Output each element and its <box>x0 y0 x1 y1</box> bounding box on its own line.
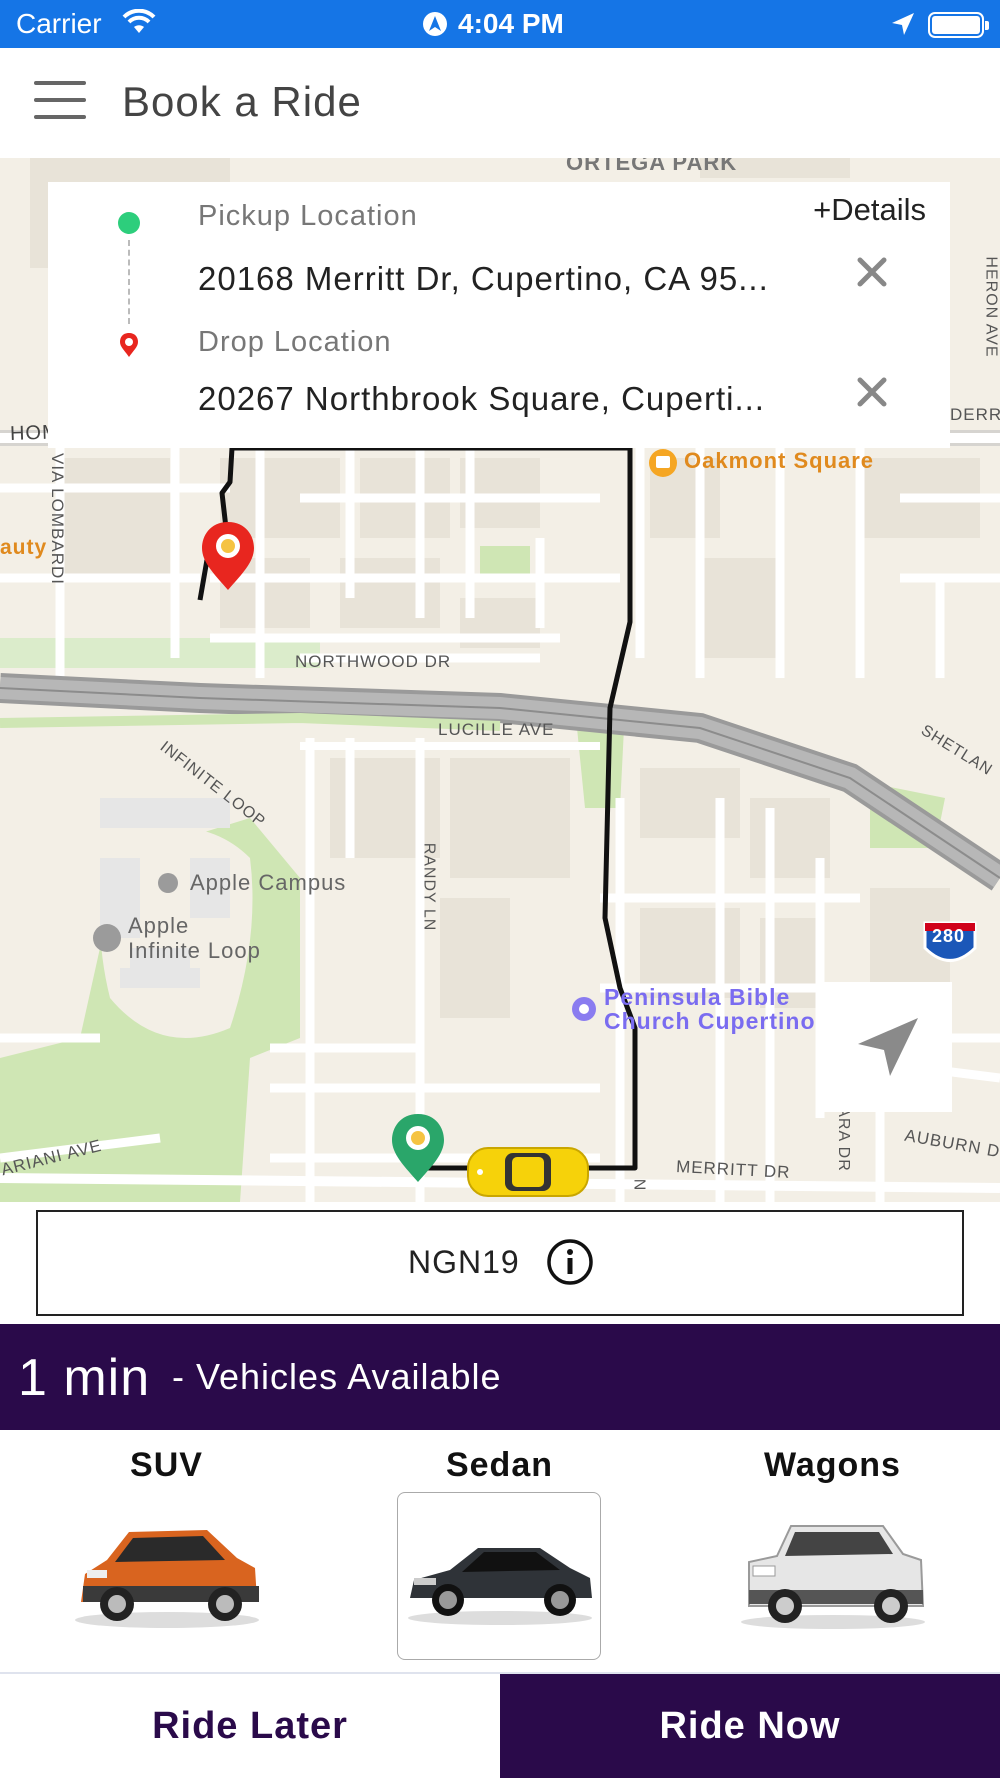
vehicle-option-suv[interactable]: SUV <box>0 1430 333 1674</box>
map-label-northwood-dr: NORTHWOOD DR <box>295 652 452 671</box>
pickup-label: Pickup Location <box>198 200 418 232</box>
vehicle-name: Sedan <box>445 1446 554 1484</box>
hamburger-menu-icon[interactable] <box>34 81 86 121</box>
map-label-beauty: auty <box>0 536 48 559</box>
navigation-icon <box>422 11 448 44</box>
eta-availability: - Vehicles Available <box>172 1356 502 1397</box>
suv-car-image <box>74 1530 259 1628</box>
close-icon <box>857 377 887 407</box>
book-ride-screen: Carrier 4:04 PM Book a Ride ORTEGA PARK … <box>0 0 1000 1778</box>
map-label-n: N <box>630 1178 648 1192</box>
pickup-map-pin <box>392 1114 444 1182</box>
vehicle-option-sedan[interactable]: Sedan <box>333 1430 666 1674</box>
map-label-oakmont-square: Oakmont Square <box>684 448 875 473</box>
map-label-lucille-ave: LUCILLE AVE <box>438 720 555 739</box>
drop-label: Drop Location <box>198 326 392 358</box>
vehicle-name: Wagons <box>764 1446 901 1484</box>
page-title: Book a Ride <box>122 78 362 125</box>
map-label-heron-ave: HERON AVE <box>982 256 1000 358</box>
map-label-via-lombardi: VIA LOMBARDI <box>48 453 67 585</box>
map-label-apple-campus: Apple Campus <box>190 870 347 895</box>
vehicle-name: SUV <box>130 1446 203 1484</box>
map-label-ortega-park: ORTEGA PARK <box>566 158 738 175</box>
sedan-car-image <box>407 1548 592 1625</box>
clear-pickup-button[interactable] <box>854 254 890 290</box>
carrier-label: Carrier <box>16 8 102 39</box>
ride-now-button[interactable]: Ride Now <box>500 1674 1000 1778</box>
location-card: +Details Pickup Location 20168 Merritt D… <box>48 182 950 448</box>
status-time: 4:04 PM <box>458 8 564 39</box>
drop-pin-icon <box>118 332 140 363</box>
close-icon <box>857 257 887 287</box>
wagon-car-image <box>740 1525 925 1629</box>
header-bar: Book a Ride <box>0 48 1000 158</box>
location-arrow-icon <box>890 11 916 44</box>
map-label-peninsula-2: Church Cupertino <box>604 1008 816 1034</box>
map-label-derr: DERR <box>950 405 1000 424</box>
info-icon[interactable] <box>546 1238 594 1286</box>
promo-code: NGN19 <box>408 1244 520 1280</box>
map-label-apple-2: Infinite Loop <box>128 938 261 963</box>
vehicle-option-wagons[interactable]: Wagons <box>666 1430 999 1674</box>
route-connector <box>128 240 130 324</box>
eta-bar: 1 min - Vehicles Available <box>0 1324 1000 1430</box>
map-label-peninsula-1: Peninsula Bible <box>604 984 791 1010</box>
map-label-apple-1: Apple <box>128 913 190 938</box>
drop-address-field[interactable]: 20267 Northbrook Square, Cuperti... <box>198 380 888 418</box>
vehicle-selector: SUV Sedan Wagons <box>0 1430 1000 1674</box>
eta-time: 1 min <box>18 1349 151 1407</box>
taxi-car-icon <box>467 1147 589 1197</box>
locate-me-button[interactable] <box>822 982 952 1112</box>
ride-later-button[interactable]: Ride Later <box>0 1674 500 1778</box>
navigation-arrow-icon <box>858 1018 918 1076</box>
map-label-ara-dr: ARA DR <box>834 1106 852 1172</box>
pickup-dot-icon <box>118 212 140 234</box>
battery-icon <box>928 12 989 38</box>
promo-code-box[interactable]: NGN19 <box>36 1210 964 1316</box>
map-label-randy-ln: RANDY LN <box>420 842 438 932</box>
map-label-i280: 280 <box>932 926 966 946</box>
pickup-address-field[interactable]: 20168 Merritt Dr, Cupertino, CA 95... <box>198 260 888 298</box>
wifi-icon <box>122 8 156 42</box>
status-bar: Carrier 4:04 PM <box>0 0 1000 48</box>
clear-drop-button[interactable] <box>854 374 890 410</box>
details-link[interactable]: +Details <box>813 192 926 228</box>
